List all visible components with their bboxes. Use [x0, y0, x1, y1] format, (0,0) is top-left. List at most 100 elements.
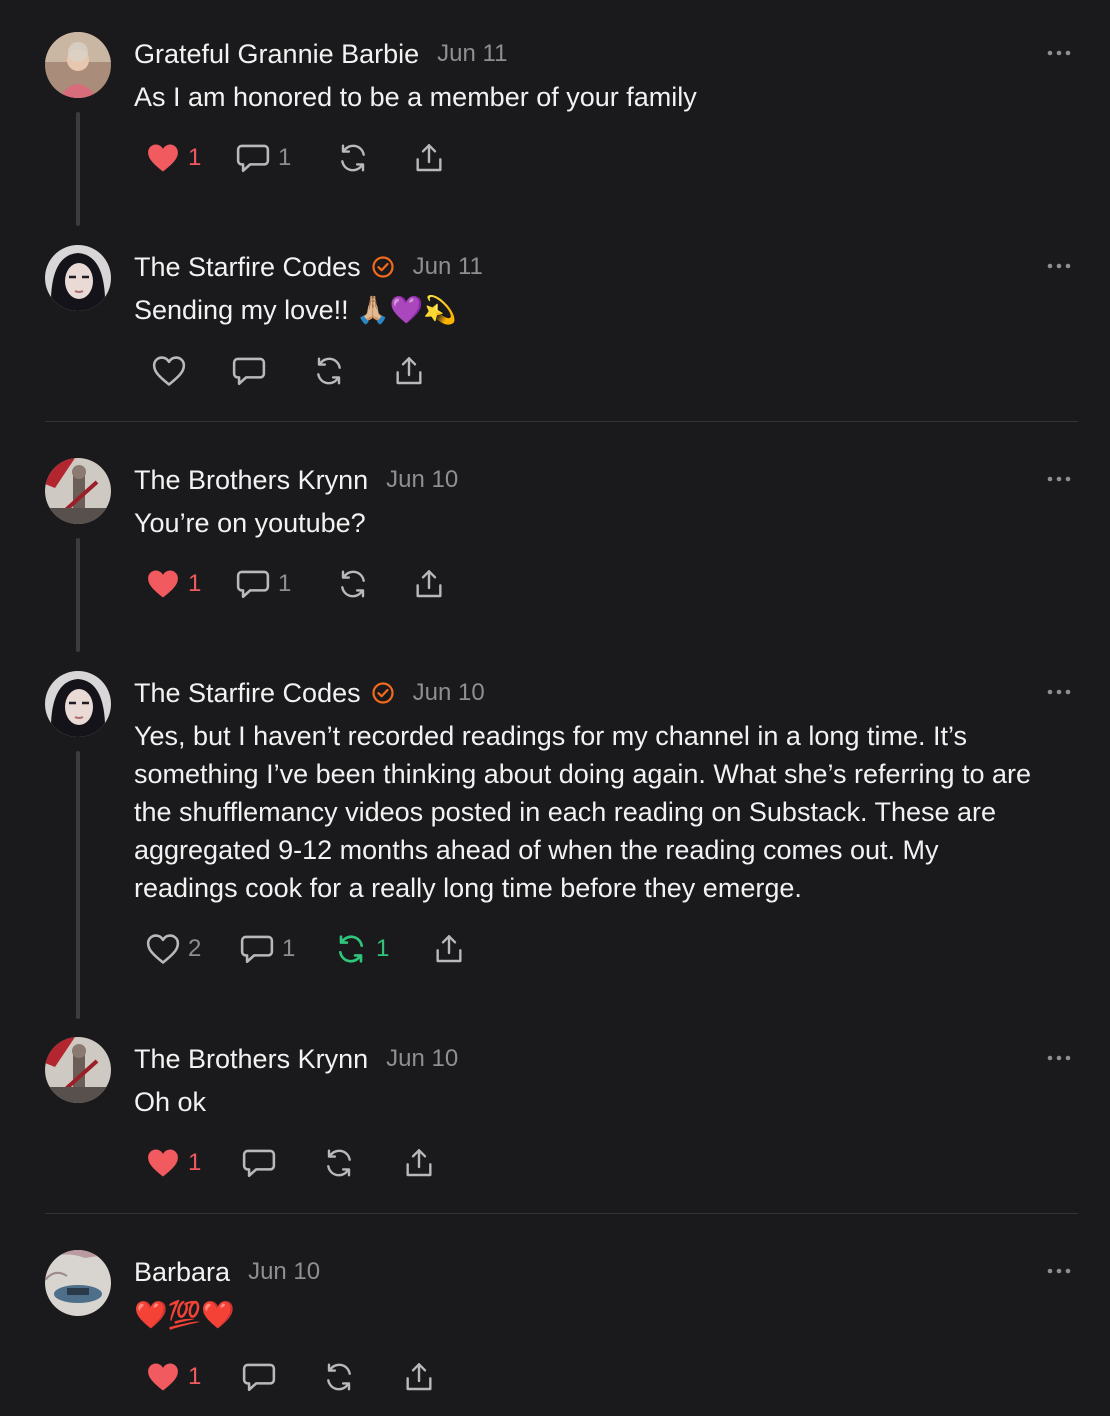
comment-date: Jun 11: [412, 253, 483, 280]
share-button[interactable]: [432, 929, 466, 969]
action-bar: [152, 351, 426, 391]
like-count: 1: [188, 1363, 202, 1390]
action-bar: 1: [146, 1143, 436, 1183]
more-options-icon[interactable]: [1046, 679, 1072, 705]
share-icon: [396, 357, 422, 385]
restack-icon: [341, 144, 365, 172]
more-options-icon[interactable]: [1046, 253, 1072, 279]
comment-text: Yes, but I haven’t recorded readings for…: [134, 721, 1032, 903]
comment-text: You’re on youtube?: [134, 508, 366, 538]
comment-date: Jun 10: [412, 679, 485, 706]
restack-count: 1: [376, 935, 390, 962]
comment-date: Jun 10: [386, 1045, 459, 1072]
comment-date: Jun 11: [437, 40, 508, 67]
restack-icon: [317, 357, 341, 385]
author-name[interactable]: The Brothers Krynn: [134, 1044, 368, 1075]
restack-button[interactable]: [322, 1143, 402, 1183]
like-button[interactable]: 1: [146, 138, 236, 178]
reply-button[interactable]: [232, 351, 312, 391]
like-button[interactable]: 1: [146, 1143, 242, 1183]
share-icon: [436, 935, 462, 963]
author-name[interactable]: Grateful Grannie Barbie: [134, 39, 419, 70]
restack-button[interactable]: 1: [334, 929, 432, 969]
comment-text: As I am honored to be a member of your f…: [134, 82, 697, 112]
author-name[interactable]: The Starfire Codes: [134, 678, 361, 709]
comment-date: Jun 10: [386, 466, 459, 493]
comment-bubble-icon: [236, 570, 270, 599]
reply-button[interactable]: 1: [240, 929, 334, 969]
avatar[interactable]: [45, 458, 111, 524]
restack-button[interactable]: [322, 1357, 402, 1397]
restack-icon: [327, 1363, 351, 1391]
restack-icon: [327, 1149, 351, 1177]
comment-text: ❤️💯❤️: [134, 1300, 235, 1330]
heart-icon: [152, 356, 186, 386]
more-options-icon[interactable]: [1046, 40, 1072, 66]
verified-check-icon: [371, 681, 395, 705]
comment-bubble-icon: [242, 1363, 276, 1392]
reply-button[interactable]: [242, 1357, 322, 1397]
thread-line: [76, 751, 80, 1019]
author-name[interactable]: Barbara: [134, 1257, 230, 1288]
divider: [45, 1213, 1078, 1214]
avatar[interactable]: [45, 1250, 111, 1316]
like-button[interactable]: 1: [146, 1357, 242, 1397]
heart-icon: [146, 934, 180, 964]
restack-button[interactable]: [336, 564, 412, 604]
share-button[interactable]: [392, 351, 426, 391]
more-options-icon[interactable]: [1046, 1045, 1072, 1071]
action-bar: 1 1: [146, 138, 446, 178]
thread-line: [76, 112, 80, 226]
avatar[interactable]: [45, 245, 111, 311]
more-options-icon[interactable]: [1046, 1258, 1072, 1284]
author-name[interactable]: The Brothers Krynn: [134, 465, 368, 496]
reply-button[interactable]: 1: [236, 564, 336, 604]
comment-feed: Grateful Grannie Barbie Jun 11 As I am h…: [0, 0, 1110, 1416]
divider: [45, 421, 1078, 422]
comment-bubble-icon: [240, 935, 274, 964]
like-button[interactable]: 2: [146, 929, 240, 969]
like-button[interactable]: 1: [146, 564, 236, 604]
comment-text: Oh ok: [134, 1087, 207, 1117]
avatar[interactable]: [45, 671, 111, 737]
reply-button[interactable]: [242, 1143, 322, 1183]
comment-date: Jun 10: [248, 1258, 321, 1285]
restack-button[interactable]: [312, 351, 392, 391]
reply-count: 1: [278, 144, 292, 171]
like-count: 1: [188, 570, 202, 597]
restack-icon: [341, 570, 365, 598]
verified-check-icon: [371, 255, 395, 279]
author-name[interactable]: The Starfire Codes: [134, 252, 361, 283]
like-count: 2: [188, 935, 202, 962]
share-icon: [416, 570, 442, 598]
more-options-icon[interactable]: [1046, 466, 1072, 492]
share-icon: [416, 144, 442, 172]
comment-bubble-icon: [242, 1149, 276, 1178]
share-icon: [406, 1363, 432, 1391]
like-count: 1: [188, 1149, 202, 1176]
reply-button[interactable]: 1: [236, 138, 336, 178]
comment-text: Sending my love!! 🙏🏼💜💫: [134, 295, 457, 325]
share-button[interactable]: [412, 564, 446, 604]
comment-bubble-icon: [232, 357, 266, 386]
share-button[interactable]: [402, 1143, 436, 1183]
like-count: 1: [188, 144, 202, 171]
restack-button[interactable]: [336, 138, 412, 178]
heart-icon: [148, 144, 178, 172]
thread-line: [76, 538, 80, 652]
heart-icon: [148, 570, 178, 598]
share-button[interactable]: [402, 1357, 436, 1397]
reply-count: 1: [282, 935, 296, 962]
reply-count: 1: [278, 570, 292, 597]
action-bar: 1 1: [146, 564, 446, 604]
action-bar: 2 1 1: [146, 929, 466, 969]
action-bar: 1: [146, 1357, 436, 1397]
share-icon: [406, 1149, 432, 1177]
avatar[interactable]: [45, 1037, 111, 1103]
avatar[interactable]: [45, 32, 111, 98]
like-button[interactable]: [152, 351, 232, 391]
heart-icon: [148, 1149, 178, 1177]
restack-icon: [339, 935, 363, 963]
comment-bubble-icon: [236, 144, 270, 173]
share-button[interactable]: [412, 138, 446, 178]
